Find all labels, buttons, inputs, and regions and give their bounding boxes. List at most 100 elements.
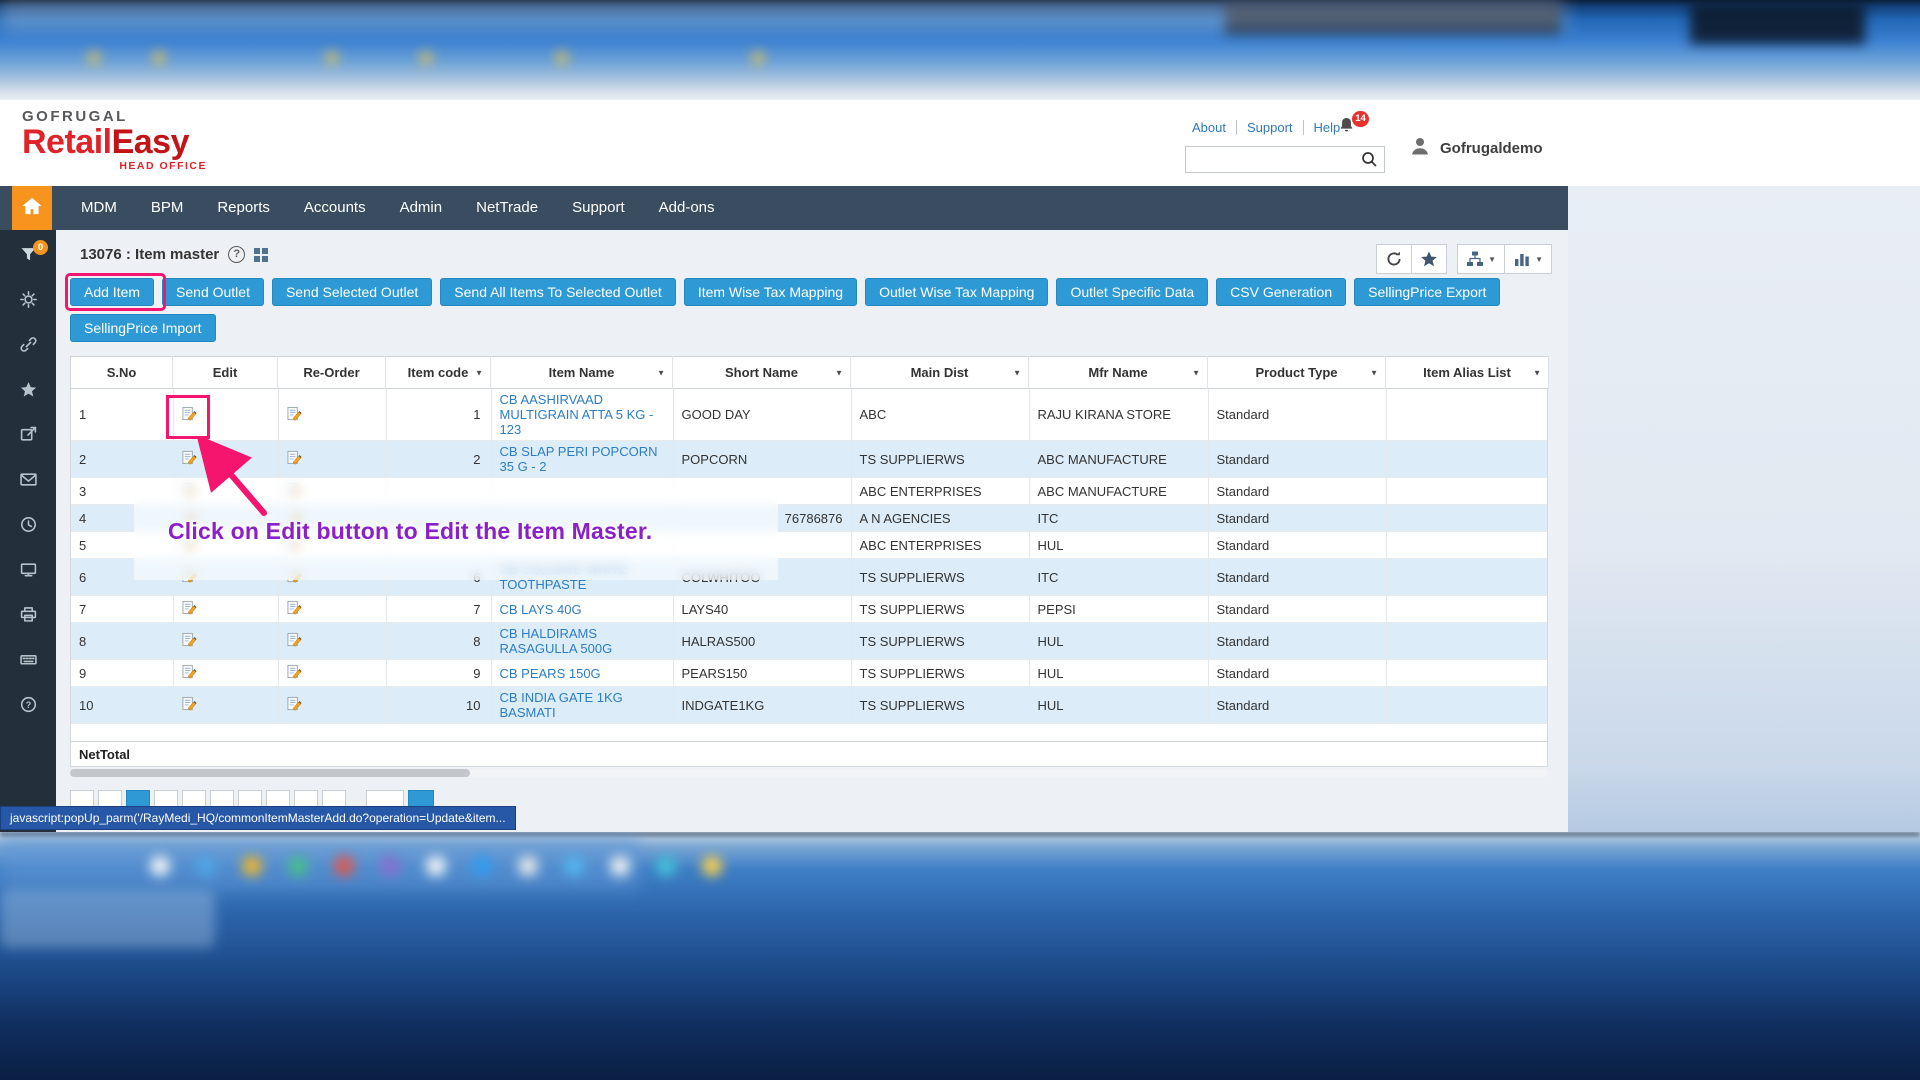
cell-product-type: Standard — [1208, 505, 1386, 532]
column-header-item-code[interactable]: Item code▼ — [386, 357, 491, 389]
sort-caret-icon[interactable]: ▼ — [835, 368, 843, 377]
about-link[interactable]: About — [1192, 120, 1226, 135]
nav-item-accounts[interactable]: Accounts — [287, 186, 383, 230]
column-header-short-name[interactable]: Short Name▼ — [673, 357, 851, 389]
action-outlet-wise-tax-mapping-button[interactable]: Outlet Wise Tax Mapping — [865, 278, 1048, 306]
cell-short-name: INDGATE1KG — [673, 687, 851, 724]
sort-caret-icon[interactable]: ▼ — [475, 368, 483, 377]
action-sellingprice-export-button[interactable]: SellingPrice Export — [1354, 278, 1500, 306]
horizontal-scrollbar[interactable] — [70, 769, 1548, 777]
action-sellingprice-import-button[interactable]: SellingPrice Import — [70, 314, 216, 342]
nav-item-bpm[interactable]: BPM — [134, 186, 201, 230]
nav-item-mdm[interactable]: MDM — [64, 186, 134, 230]
cell-item-code: 1 — [386, 389, 491, 441]
column-header-item-name[interactable]: Item Name▼ — [491, 357, 673, 389]
app-header: GOFRUGAL RetailEasy HEAD OFFICE AboutSup… — [0, 100, 1920, 186]
cell-main-dist: ABC — [851, 389, 1029, 441]
cell-product-type: Standard — [1208, 687, 1386, 724]
nav-item-support[interactable]: Support — [555, 186, 642, 230]
column-header-mfr-name[interactable]: Mfr Name▼ — [1029, 357, 1208, 389]
sidebar-item-favorites[interactable] — [17, 381, 39, 398]
nav-item-nettrade[interactable]: NetTrade — [459, 186, 555, 230]
chart-view-button[interactable]: ▼ — [1504, 244, 1552, 274]
cell-main-dist: TS SUPPLIERWS — [851, 623, 1029, 660]
reorder-icon[interactable] — [287, 632, 302, 647]
home-tab[interactable] — [12, 186, 52, 230]
column-header-item-alias-list[interactable]: Item Alias List▼ — [1386, 357, 1549, 389]
sidebar-item-settings[interactable] — [17, 291, 39, 308]
action-send-outlet-button[interactable]: Send Outlet — [162, 278, 264, 306]
action-csv-generation-button[interactable]: CSV Generation — [1216, 278, 1346, 306]
edit-icon[interactable] — [182, 406, 197, 421]
scrollbar-thumb[interactable] — [70, 769, 470, 777]
sort-caret-icon[interactable]: ▼ — [1013, 368, 1021, 377]
column-header-main-dist[interactable]: Main Dist▼ — [851, 357, 1029, 389]
nav-item-admin[interactable]: Admin — [383, 186, 460, 230]
support-link[interactable]: Support — [1236, 120, 1293, 135]
column-header-s-no: S.No — [71, 357, 173, 389]
sidebar-item-mail[interactable] — [17, 471, 39, 488]
item-name-link[interactable]: CB LAYS 40G — [500, 602, 582, 617]
blurred-taskbar-icon — [610, 856, 630, 876]
item-name-link[interactable]: CB AASHIRVAAD MULTIGRAIN ATTA 5 KG - 123 — [500, 392, 654, 437]
refresh-button[interactable] — [1376, 244, 1412, 274]
action-add-item-button[interactable]: Add Item — [70, 278, 154, 306]
cell-item-alias — [1386, 559, 1548, 596]
cell-item-name: CB LAYS 40G — [491, 596, 673, 623]
item-name-link[interactable]: CB SLAP PERI POPCORN 35 G - 2 — [500, 444, 658, 474]
cell-item-name: CB SLAP PERI POPCORN 35 G - 2 — [491, 441, 673, 478]
reorder-icon[interactable] — [287, 664, 302, 679]
item-name-link[interactable]: CB HALDIRAMS RASAGULLA 500G — [500, 626, 613, 656]
favorite-button[interactable] — [1411, 244, 1447, 274]
sort-caret-icon[interactable]: ▼ — [1533, 368, 1541, 377]
reorder-icon[interactable] — [287, 406, 302, 421]
edit-icon[interactable] — [182, 600, 197, 615]
sidebar-item-history[interactable] — [17, 516, 39, 533]
brand-subtitle: HEAD OFFICE — [22, 160, 207, 172]
sidebar-item-link[interactable] — [17, 336, 39, 353]
sidebar-item-print[interactable] — [17, 606, 39, 623]
sort-caret-icon[interactable]: ▼ — [1192, 368, 1200, 377]
cell-mfr-name: ITC — [1029, 559, 1208, 596]
reorder-icon[interactable] — [287, 450, 302, 465]
sidebar-item-display[interactable] — [17, 561, 39, 578]
sidebar-item-keyboard[interactable] — [17, 651, 39, 668]
edit-icon[interactable] — [182, 696, 197, 711]
grid-menu-icon[interactable] — [254, 248, 268, 262]
user-menu[interactable]: Gofrugaldemo — [1408, 134, 1543, 163]
nav-item-add-ons[interactable]: Add-ons — [642, 186, 732, 230]
sidebar-item-help[interactable]: ? — [17, 696, 39, 713]
cell-product-type: Standard — [1208, 559, 1386, 596]
reorder-icon[interactable] — [287, 600, 302, 615]
header-links: About Support Help — [1192, 120, 1340, 135]
sidebar-item-send[interactable] — [17, 426, 39, 443]
edit-icon[interactable] — [182, 450, 197, 465]
item-name-link[interactable]: CB INDIA GATE 1KG BASMATI — [500, 690, 623, 720]
column-header-product-type[interactable]: Product Type▼ — [1208, 357, 1386, 389]
reorder-icon[interactable] — [287, 696, 302, 711]
help-link[interactable]: Help — [1303, 120, 1341, 135]
sidebar-item-filter[interactable]: 0 — [17, 246, 39, 263]
sort-caret-icon[interactable]: ▼ — [1370, 368, 1378, 377]
search-input[interactable] — [1190, 148, 1358, 171]
nav-menu: MDMBPMReportsAccountsAdminNetTradeSuppor… — [64, 186, 732, 230]
edit-icon[interactable] — [182, 664, 197, 679]
nav-item-reports[interactable]: Reports — [200, 186, 287, 230]
item-name-link[interactable]: CB PEARS 150G — [500, 666, 601, 681]
product-name: RetailEasy — [22, 125, 207, 159]
sort-caret-icon[interactable]: ▼ — [657, 368, 665, 377]
search-icon[interactable] — [1361, 151, 1378, 173]
notification-count-badge[interactable]: 14 — [1352, 111, 1369, 127]
edit-icon[interactable] — [182, 632, 197, 647]
hierarchy-view-button[interactable]: ▼ — [1457, 244, 1505, 274]
action-outlet-specific-data-button[interactable]: Outlet Specific Data — [1056, 278, 1208, 306]
action-item-wise-tax-mapping-button[interactable]: Item Wise Tax Mapping — [684, 278, 857, 306]
action-send-selected-outlet-button[interactable]: Send Selected Outlet — [272, 278, 432, 306]
cell-short-name: HALRAS500 — [673, 623, 851, 660]
cell-reorder — [278, 441, 386, 478]
cell-item-name: CB INDIA GATE 1KG BASMATI — [491, 687, 673, 724]
action-send-all-items-to-selected-outlet-button[interactable]: Send All Items To Selected Outlet — [440, 278, 676, 306]
table-header-row: S.NoEditRe-OrderItem code▼Item Name▼Shor… — [71, 357, 1549, 389]
table-row: 1 1 CB AASHIRVAAD MULTIGRAIN ATTA 5 KG -… — [71, 389, 1548, 441]
page-help-icon[interactable]: ? — [228, 246, 245, 263]
